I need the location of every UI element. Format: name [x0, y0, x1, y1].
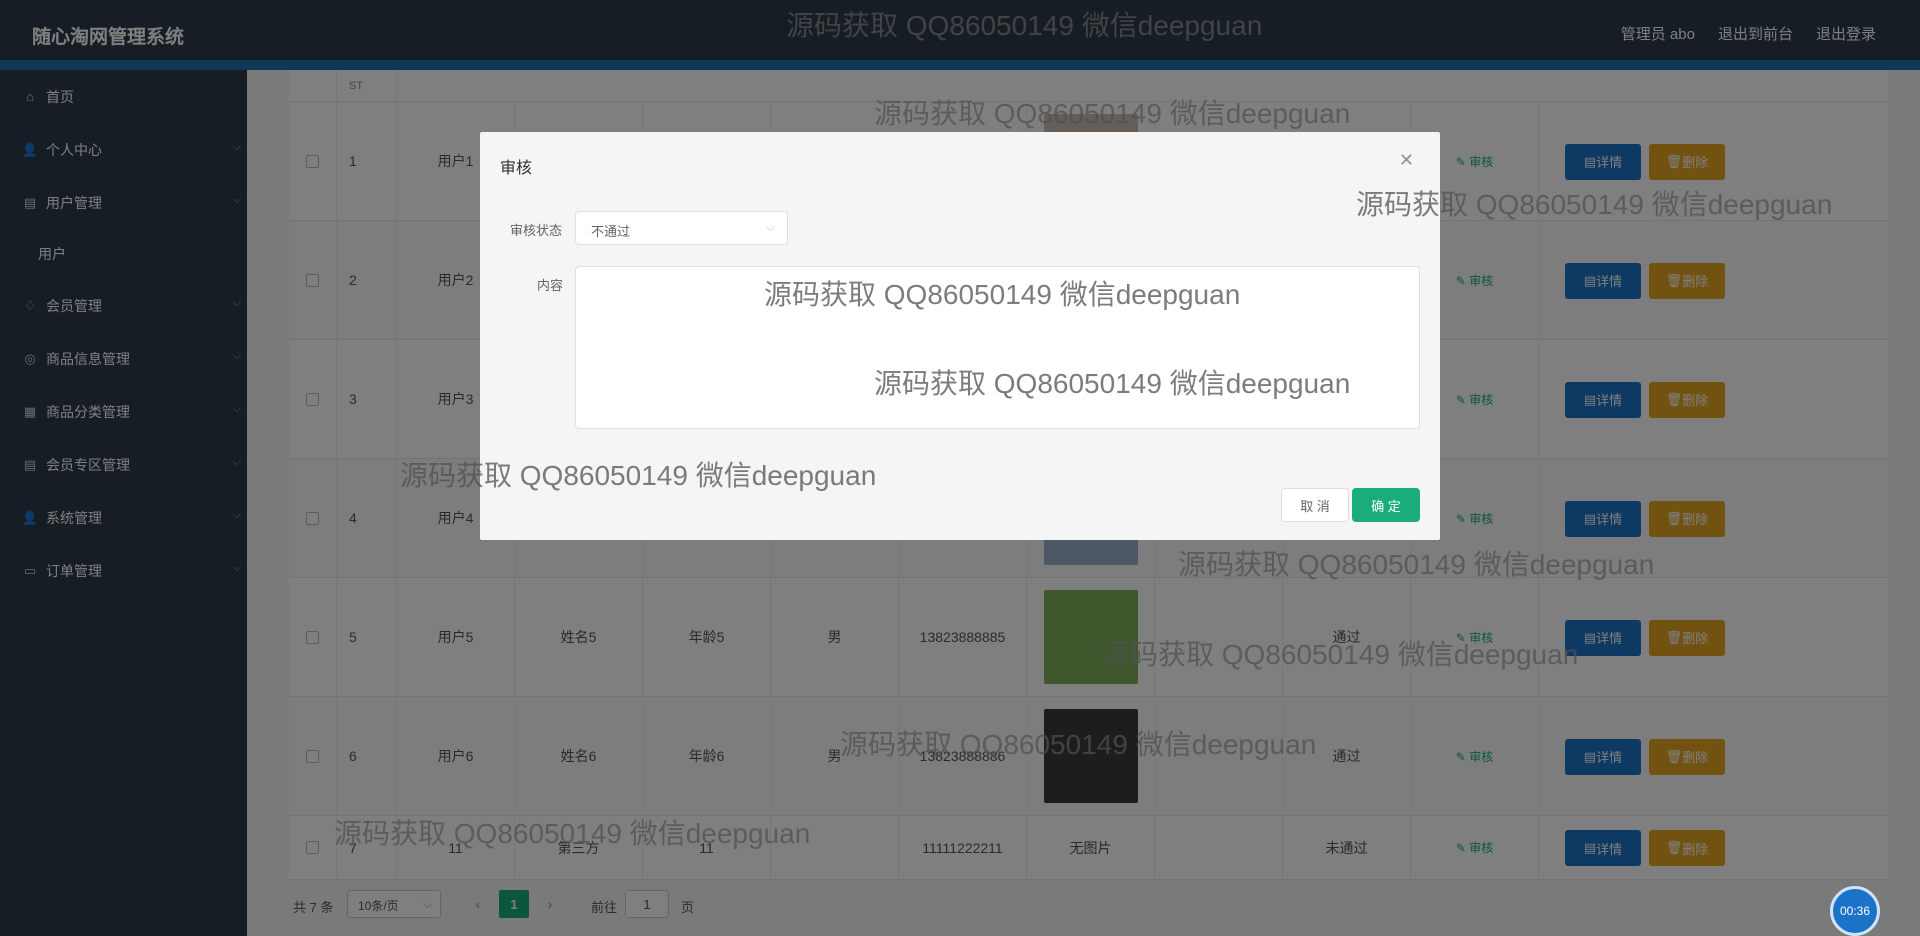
- cancel-button[interactable]: 取 消: [1281, 488, 1349, 522]
- content-textarea[interactable]: [575, 266, 1420, 429]
- recording-timer: 00:36: [1830, 886, 1880, 936]
- audit-status-select[interactable]: 不通过 ⌵: [575, 211, 788, 245]
- content-label: 内容: [537, 278, 564, 293]
- chevron-down-icon: ⌵: [765, 220, 775, 234]
- close-icon[interactable]: ✕: [1399, 150, 1414, 171]
- dialog-title: 审核: [500, 160, 533, 177]
- confirm-button[interactable]: 确 定: [1352, 488, 1420, 522]
- audit-dialog: 审核 ✕ 审核状态 不通过 ⌵ 内容 取 消 确 定: [480, 132, 1440, 540]
- audit-status-label: 审核状态: [510, 223, 563, 238]
- audit-status-value: 不通过: [591, 224, 631, 239]
